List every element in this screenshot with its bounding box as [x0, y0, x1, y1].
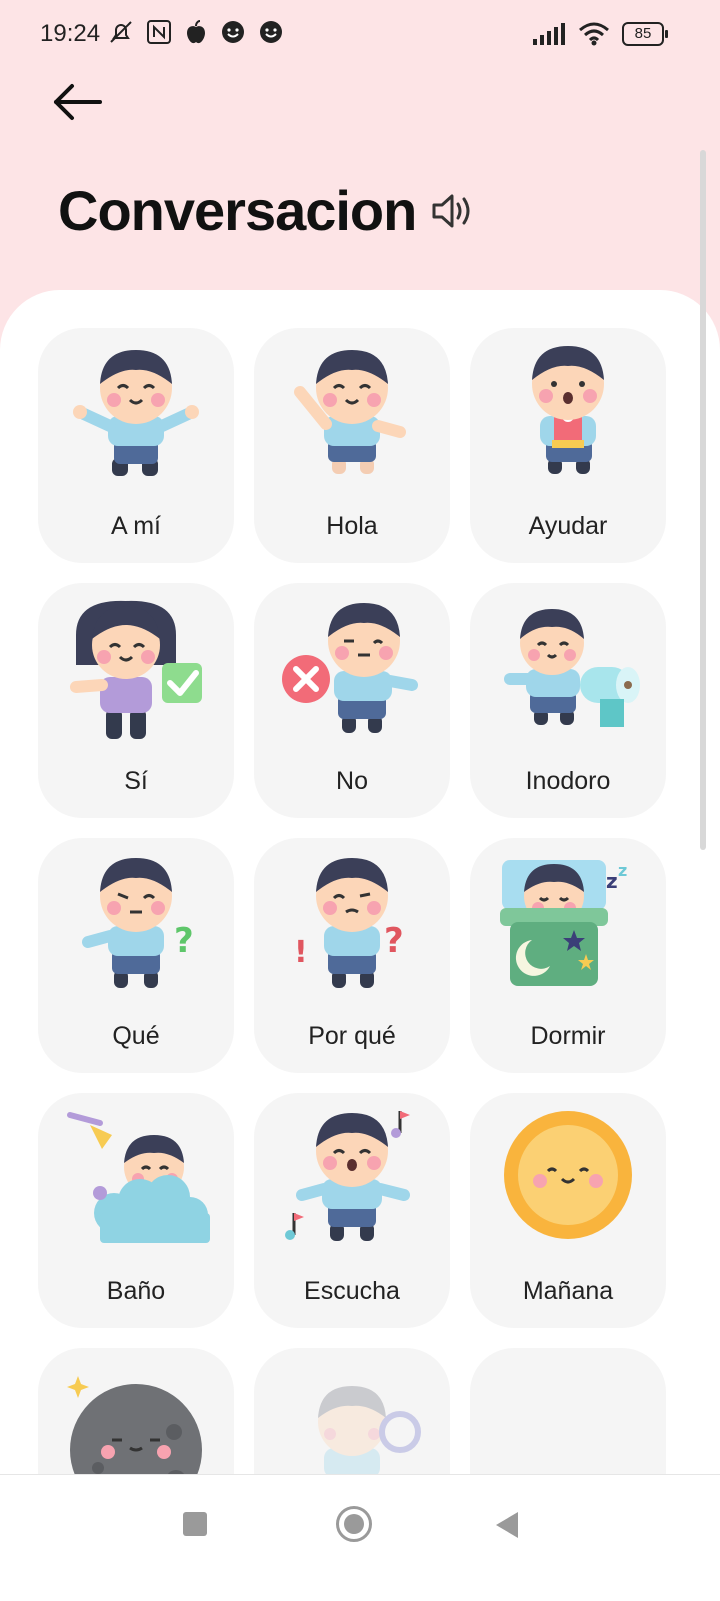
child-listen-icon — [285, 1111, 410, 1241]
status-notification-icons — [108, 19, 284, 45]
child-toilet-paper-icon — [504, 609, 640, 727]
system-nav-bar — [0, 1474, 720, 1601]
phrase-grid: A mí Hola Ayudar Sí No Inodoro ? Qué ! ?… — [38, 328, 678, 1583]
signal-icon — [533, 23, 565, 45]
status-bar: 19:24 85 — [0, 0, 720, 70]
svg-text:z: z — [606, 869, 618, 893]
svg-text:!: ! — [294, 935, 308, 970]
card-label: Baño — [106, 1277, 166, 1305]
child-question-icon: ? — [82, 858, 194, 988]
card-hola[interactable]: Hola — [254, 328, 450, 563]
card-escucha[interactable]: Escucha — [254, 1093, 450, 1328]
home-button[interactable] — [336, 1506, 372, 1542]
card-si[interactable]: Sí — [38, 583, 234, 818]
svg-text:z: z — [618, 861, 627, 880]
card-label: A mí — [110, 512, 161, 540]
card-label: No — [336, 767, 368, 795]
child-sleep-icon: z z — [500, 860, 627, 986]
child-why-icon: ! ? — [294, 858, 404, 988]
svg-text:?: ? — [174, 921, 194, 961]
child-no-icon — [282, 603, 418, 733]
content-sheet: A mí Hola Ayudar Sí No Inodoro ? Qué ! ?… — [0, 290, 720, 1600]
svg-text:?: ? — [384, 921, 404, 961]
status-time: 19:24 — [40, 20, 101, 47]
card-label: Escucha — [304, 1277, 400, 1305]
title-row: Conversacion — [58, 178, 476, 243]
child-yes-icon — [70, 600, 202, 739]
card-bano[interactable]: Baño — [38, 1093, 234, 1328]
card-label: Sí — [124, 767, 148, 795]
status-system-icons: 85 — [532, 22, 668, 46]
arrow-left-icon — [54, 84, 102, 120]
page-title: Conversacion — [58, 179, 417, 242]
back-button[interactable] — [48, 78, 108, 126]
face-icon — [222, 21, 244, 43]
apple-icon — [187, 20, 205, 44]
card-dormir[interactable]: z z Dormir — [470, 838, 666, 1073]
sun-icon — [504, 1111, 632, 1239]
card-no[interactable]: No — [254, 583, 450, 818]
bell-off-icon — [110, 21, 132, 43]
card-ayudar[interactable]: Ayudar — [470, 328, 666, 563]
back-nav-button[interactable] — [496, 1512, 518, 1538]
battery-icon: 85 — [622, 22, 668, 46]
card-inodoro[interactable]: Inodoro — [470, 583, 666, 818]
card-a-mi[interactable]: A mí — [38, 328, 234, 563]
card-label: Mañana — [522, 1277, 614, 1305]
wifi-icon — [579, 22, 609, 46]
child-wave-icon — [294, 350, 406, 474]
speaker-button[interactable] — [430, 190, 476, 237]
card-label: Dormir — [530, 1022, 606, 1050]
recents-button[interactable] — [183, 1512, 207, 1536]
card-label: Qué — [112, 1022, 160, 1050]
card-manana[interactable]: Mañana — [470, 1093, 666, 1328]
child-help-icon — [532, 346, 604, 474]
card-label: Por qué — [308, 1022, 396, 1050]
card-label: Hola — [326, 512, 378, 540]
child-bath-icon — [67, 1112, 210, 1243]
card-que[interactable]: ? Qué — [38, 838, 234, 1073]
card-label: Inodoro — [525, 767, 611, 795]
child-happy-icon — [73, 350, 199, 476]
card-label: Ayudar — [528, 512, 608, 540]
nfc-icon — [147, 20, 171, 44]
scrollbar[interactable] — [700, 150, 706, 850]
speaker-icon — [432, 194, 470, 228]
face-icon — [260, 21, 282, 43]
card-por-que[interactable]: ! ? Por qué — [254, 838, 450, 1073]
